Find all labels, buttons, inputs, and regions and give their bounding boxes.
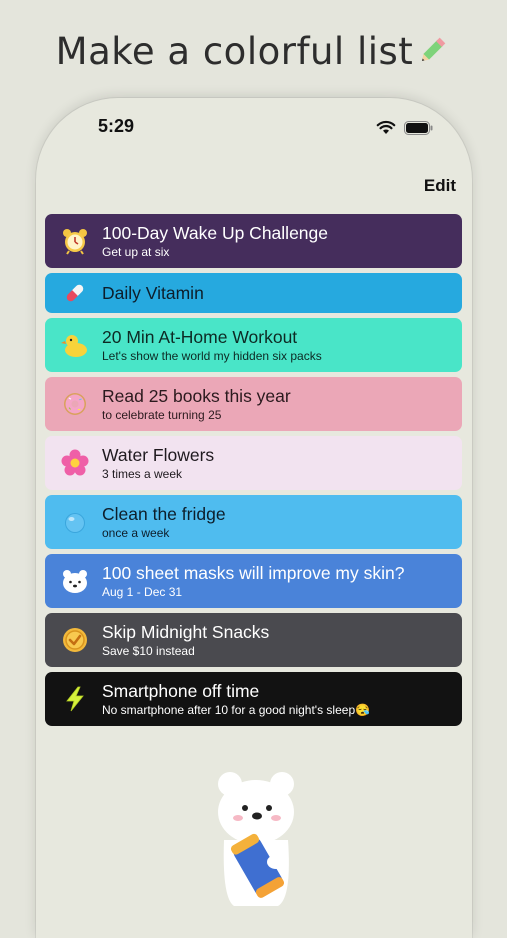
check-coin-icon xyxy=(61,626,89,654)
item-subtitle: Save $10 instead xyxy=(102,643,195,658)
item-subtitle: Let's show the world my hidden six packs xyxy=(102,348,322,363)
list-item[interactable]: Smartphone off time No smartphone after … xyxy=(45,672,462,726)
habit-list: 100-Day Wake Up Challenge Get up at six … xyxy=(45,214,462,731)
edit-button[interactable]: Edit xyxy=(424,176,456,196)
headline: Make a colorful list xyxy=(0,30,507,75)
flower-icon xyxy=(61,449,89,477)
item-title: Clean the fridge xyxy=(102,503,226,524)
duck-icon xyxy=(61,331,89,359)
list-item[interactable]: Daily Vitamin xyxy=(45,273,462,313)
phone-frame: 5:29 Edit 100-Day Wake Up Challenge Get … xyxy=(36,98,472,938)
item-title: Skip Midnight Snacks xyxy=(102,621,270,642)
list-item[interactable]: Skip Midnight Snacks Save $10 instead xyxy=(45,613,462,667)
donut-icon xyxy=(61,390,89,418)
battery-icon xyxy=(404,120,434,139)
pencil-icon xyxy=(417,32,451,75)
headline-text: Make a colorful list xyxy=(55,30,414,73)
pill-icon xyxy=(61,279,89,307)
item-title: Read 25 books this year xyxy=(102,385,291,406)
alarm-clock-icon xyxy=(61,227,89,255)
item-title: Smartphone off time xyxy=(102,680,260,701)
item-subtitle: Aug 1 - Dec 31 xyxy=(102,584,183,599)
item-subtitle: once a week xyxy=(102,525,170,540)
item-title: Water Flowers xyxy=(102,444,215,465)
item-subtitle: 3 times a week xyxy=(102,466,183,481)
list-item[interactable]: Read 25 books this year to celebrate tur… xyxy=(45,377,462,431)
list-item[interactable]: Water Flowers 3 times a week xyxy=(45,436,462,490)
item-subtitle: Get up at six xyxy=(102,244,170,259)
wifi-icon xyxy=(376,120,396,139)
item-title: 100 sheet masks will improve my skin? xyxy=(102,562,405,583)
item-subtitle: to celebrate turning 25 xyxy=(102,407,222,422)
list-item[interactable]: 100-Day Wake Up Challenge Get up at six xyxy=(45,214,462,268)
lightning-icon xyxy=(61,685,89,713)
list-item[interactable]: Clean the fridge once a week xyxy=(45,495,462,549)
water-drop-icon xyxy=(61,508,89,536)
status-icons xyxy=(376,120,434,139)
polar-bear-icon xyxy=(61,567,89,595)
bear-mascot-icon xyxy=(212,770,302,914)
status-time: 5:29 xyxy=(98,116,135,136)
item-subtitle: No smartphone after 10 for a good night'… xyxy=(102,702,371,717)
item-title: 100-Day Wake Up Challenge xyxy=(102,222,328,243)
item-title: Daily Vitamin xyxy=(102,283,204,303)
item-title: 20 Min At-Home Workout xyxy=(102,326,298,347)
list-item[interactable]: 100 sheet masks will improve my skin? Au… xyxy=(45,554,462,608)
list-item[interactable]: 20 Min At-Home Workout Let's show the wo… xyxy=(45,318,462,372)
